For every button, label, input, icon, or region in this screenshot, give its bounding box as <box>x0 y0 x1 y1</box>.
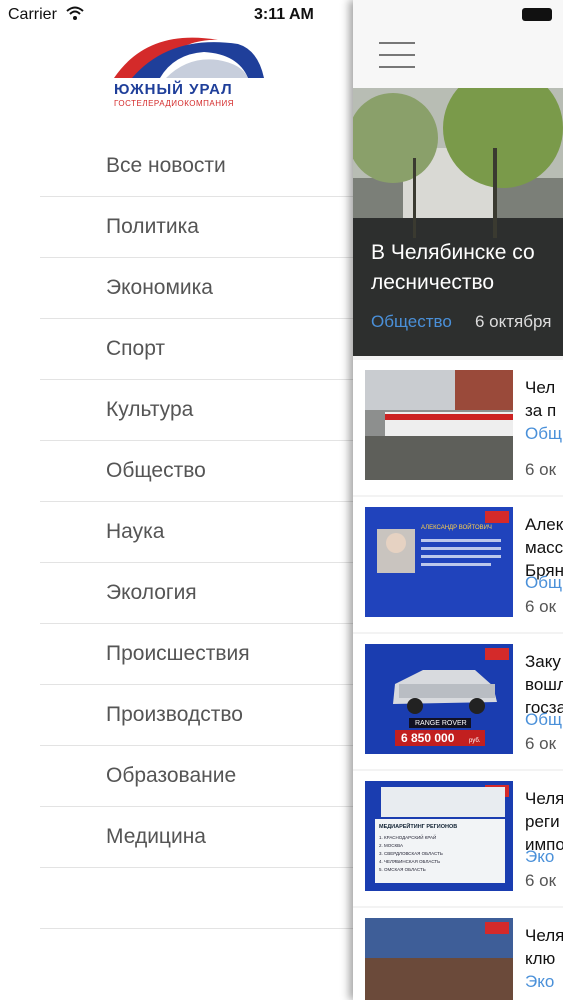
news-date: 6 ок <box>525 460 557 479</box>
menu-item-medicine[interactable]: Медицина <box>40 807 353 868</box>
menu-item-label: Политика <box>106 215 199 238</box>
news-category[interactable]: Эко <box>525 972 554 992</box>
news-item[interactable]: АЛЕКСАНДР ВОЙТОВИЧ Алек масс Брян Общ 6 … <box>353 497 563 632</box>
news-date: 6 ок <box>525 734 557 753</box>
hamburger-menu-icon[interactable] <box>379 42 415 68</box>
brand-logo: ЮЖНЫЙ УРАЛ ГОСТЕЛЕРАДИОКОМПАНИЯ <box>114 37 264 108</box>
news-category[interactable]: Общ <box>525 424 562 444</box>
wifi-icon <box>66 6 84 20</box>
news-category[interactable]: Общ <box>525 573 562 593</box>
menu-item-society[interactable]: Общество <box>40 441 353 502</box>
carrier-label: Carrier <box>8 6 57 23</box>
menu-item-label: Производство <box>106 703 243 726</box>
menu-item-economy[interactable]: Экономика <box>40 258 353 319</box>
menu-item-label: Происшествия <box>106 642 250 665</box>
featured-title-line: лесничество <box>371 271 495 294</box>
news-item[interactable]: МЕДИАРЕЙТИНГ РЕГИОНОВ 1. КРАСНОДАРСКИЙ К… <box>353 771 563 906</box>
menu-item-science[interactable]: Наука <box>40 502 353 563</box>
menu-item-sport[interactable]: Спорт <box>40 319 353 380</box>
menu-item-empty <box>40 868 353 929</box>
menu-item-all-news[interactable]: Все новости <box>40 136 353 197</box>
menu-item-label: Медицина <box>106 825 206 848</box>
clock: 3:11 AM <box>254 6 314 23</box>
menu-item-label: Наука <box>106 520 165 543</box>
news-thumbnail: МЕДИАРЕЙТИНГ РЕГИОНОВ 1. КРАСНОДАРСКИЙ К… <box>365 781 513 891</box>
featured-article[interactable]: В Челябинске со лесничество Общество 6 о… <box>353 88 563 356</box>
menu-item-label: Экономика <box>106 276 213 299</box>
featured-title: В Челябинске со лесничество <box>371 238 563 298</box>
news-item[interactable]: RANGE ROVER 6 850 000 руб. Заку вошл гос… <box>353 634 563 769</box>
menu-item-label: Общество <box>106 459 206 482</box>
news-category[interactable]: Эко <box>525 847 554 867</box>
thumb-list-item: 4. ЧЕЛЯБИНСКАЯ ОБЛАСТЬ <box>379 859 440 864</box>
news-date: 6 ок <box>525 597 557 616</box>
thumb-price: 6 850 000 <box>401 731 455 745</box>
featured-category[interactable]: Общество <box>371 312 452 332</box>
thumb-caption: АЛЕКСАНДР ВОЙТОВИЧ <box>421 523 492 531</box>
menu-item-label: Спорт <box>106 337 166 360</box>
featured-date: 6 октября <box>475 312 552 331</box>
news-list: Чел за п Общ 6 ок АЛЕКСАНДР ВОЙТОВИЧ Але… <box>353 360 563 1000</box>
thumb-list-item: 3. СВЕРДЛОВСКАЯ ОБЛАСТЬ <box>379 851 443 856</box>
news-thumbnail <box>365 918 513 1000</box>
news-category[interactable]: Общ <box>525 710 562 730</box>
menu-item-politics[interactable]: Политика <box>40 197 353 258</box>
thumb-list-item: 1. КРАСНОДАРСКИЙ КРАЙ <box>379 833 436 840</box>
news-feed-panel: В Челябинске со лесничество Общество 6 о… <box>353 0 563 1000</box>
svg-text:ЮЖНЫЙ УРАЛ: ЮЖНЫЙ УРАЛ <box>114 80 233 98</box>
menu-item-ecology[interactable]: Экология <box>40 563 353 624</box>
news-title: Челя реги импо <box>525 789 563 854</box>
news-title: Заку вошл госза <box>525 652 563 717</box>
menu-item-incidents[interactable]: Происшествия <box>40 624 353 685</box>
battery-icon <box>522 8 552 21</box>
menu-item-education[interactable]: Образование <box>40 746 353 807</box>
thumb-brand: RANGE ROVER <box>415 720 467 727</box>
svg-text:ГОСТЕЛЕРАДИОКОМПАНИЯ: ГОСТЕЛЕРАДИОКОМПАНИЯ <box>114 99 234 108</box>
menu-item-label: Экология <box>106 581 197 604</box>
featured-title-line: В Челябинске со <box>371 241 535 264</box>
news-date: 6 ок <box>525 871 557 890</box>
menu-item-label: Все новости <box>106 154 226 177</box>
news-title: Челя клю <box>525 926 563 968</box>
status-bar: Carrier 3:11 AM <box>0 0 563 30</box>
news-thumbnail <box>365 370 513 480</box>
news-item[interactable]: Челя клю Эко <box>353 908 563 1000</box>
side-menu: ЮЖНЫЙ УРАЛ ГОСТЕЛЕРАДИОКОМПАНИЯ Все ново… <box>0 0 353 1000</box>
menu-item-label: Культура <box>106 398 194 421</box>
news-title: Алек масс Брян <box>525 515 563 580</box>
thumb-list-item: 2. МОСКВА <box>379 843 403 848</box>
news-thumbnail: RANGE ROVER 6 850 000 руб. <box>365 644 513 754</box>
news-thumbnail: АЛЕКСАНДР ВОЙТОВИЧ <box>365 507 513 617</box>
thumb-heading: МЕДИАРЕЙТИНГ РЕГИОНОВ <box>379 822 457 830</box>
menu-item-culture[interactable]: Культура <box>40 380 353 441</box>
thumb-list-item: 5. ОМСКАЯ ОБЛАСТЬ <box>379 867 426 872</box>
category-menu: Все новости Политика Экономика Спорт Кул… <box>40 136 353 929</box>
news-item[interactable]: Чел за п Общ 6 ок <box>353 360 563 495</box>
menu-item-label: Образование <box>106 764 237 787</box>
menu-item-production[interactable]: Производство <box>40 685 353 746</box>
news-title: Чел за п <box>525 378 557 420</box>
thumb-currency: руб. <box>469 738 481 744</box>
